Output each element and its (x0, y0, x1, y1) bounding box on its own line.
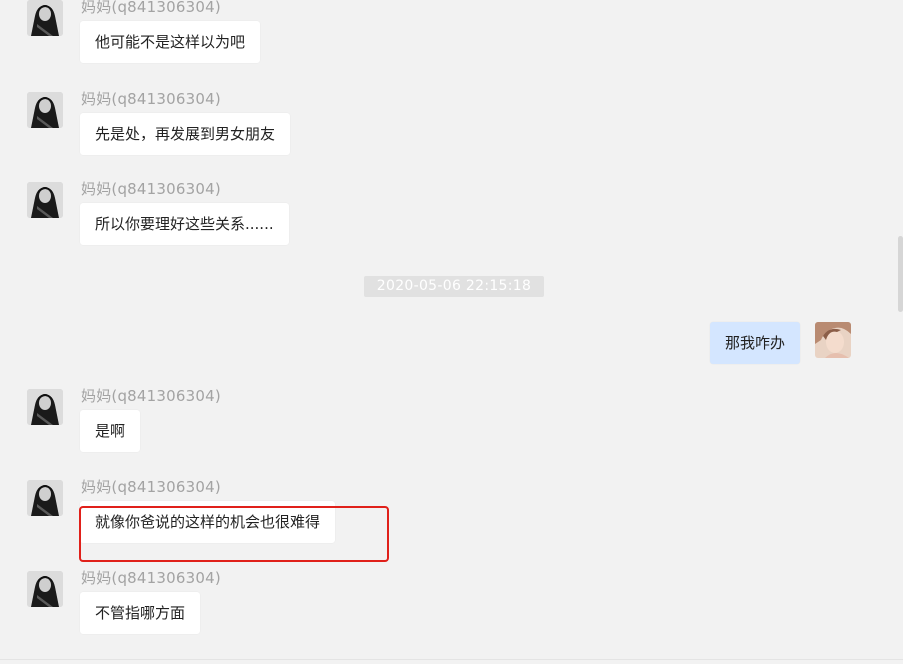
message-bubble[interactable]: 所以你要理好这些关系...... (80, 203, 289, 245)
contact-avatar[interactable] (27, 389, 63, 425)
message-bubble[interactable]: 先是处，再发展到男女朋友 (80, 113, 291, 155)
message-item: 妈妈(q841306304) 所以你要理好这些关系...... (0, 178, 880, 248)
sender-name: 妈妈(q841306304) (81, 569, 221, 587)
contact-avatar[interactable] (27, 92, 63, 128)
sender-name: 妈妈(q841306304) (81, 90, 221, 108)
sender-name: 妈妈(q841306304) (81, 0, 221, 16)
my-avatar[interactable] (815, 322, 851, 358)
contact-avatar[interactable] (27, 571, 63, 607)
sender-name: 妈妈(q841306304) (81, 478, 221, 496)
contact-avatar[interactable] (27, 0, 63, 36)
sender-name: 妈妈(q841306304) (81, 387, 221, 405)
my-message-bubble[interactable]: 那我咋办 (709, 322, 800, 364)
message-bubble[interactable]: 是啊 (80, 410, 141, 452)
message-item: 妈妈(q841306304) 先是处，再发展到男女朋友 (0, 88, 880, 158)
contact-avatar[interactable] (27, 182, 63, 218)
chat-window: 妈妈(q841306304) 他可能不是这样以为吧 妈妈(q841306304)… (0, 0, 903, 664)
sender-name: 妈妈(q841306304) (81, 180, 221, 198)
timestamp-divider: 2020-05-06 22:15:18 (364, 276, 544, 297)
message-item: 妈妈(q841306304) 不管指哪方面 (0, 567, 880, 637)
message-bubble[interactable]: 不管指哪方面 (80, 592, 201, 634)
message-bubble[interactable]: 他可能不是这样以为吧 (80, 21, 261, 63)
contact-avatar[interactable] (27, 480, 63, 516)
divider (0, 659, 903, 660)
message-item: 妈妈(q841306304) 是啊 (0, 385, 880, 455)
highlight-box (79, 506, 389, 562)
message-item: 妈妈(q841306304) 他可能不是这样以为吧 (0, 0, 880, 66)
scrollbar-thumb[interactable] (898, 236, 903, 312)
